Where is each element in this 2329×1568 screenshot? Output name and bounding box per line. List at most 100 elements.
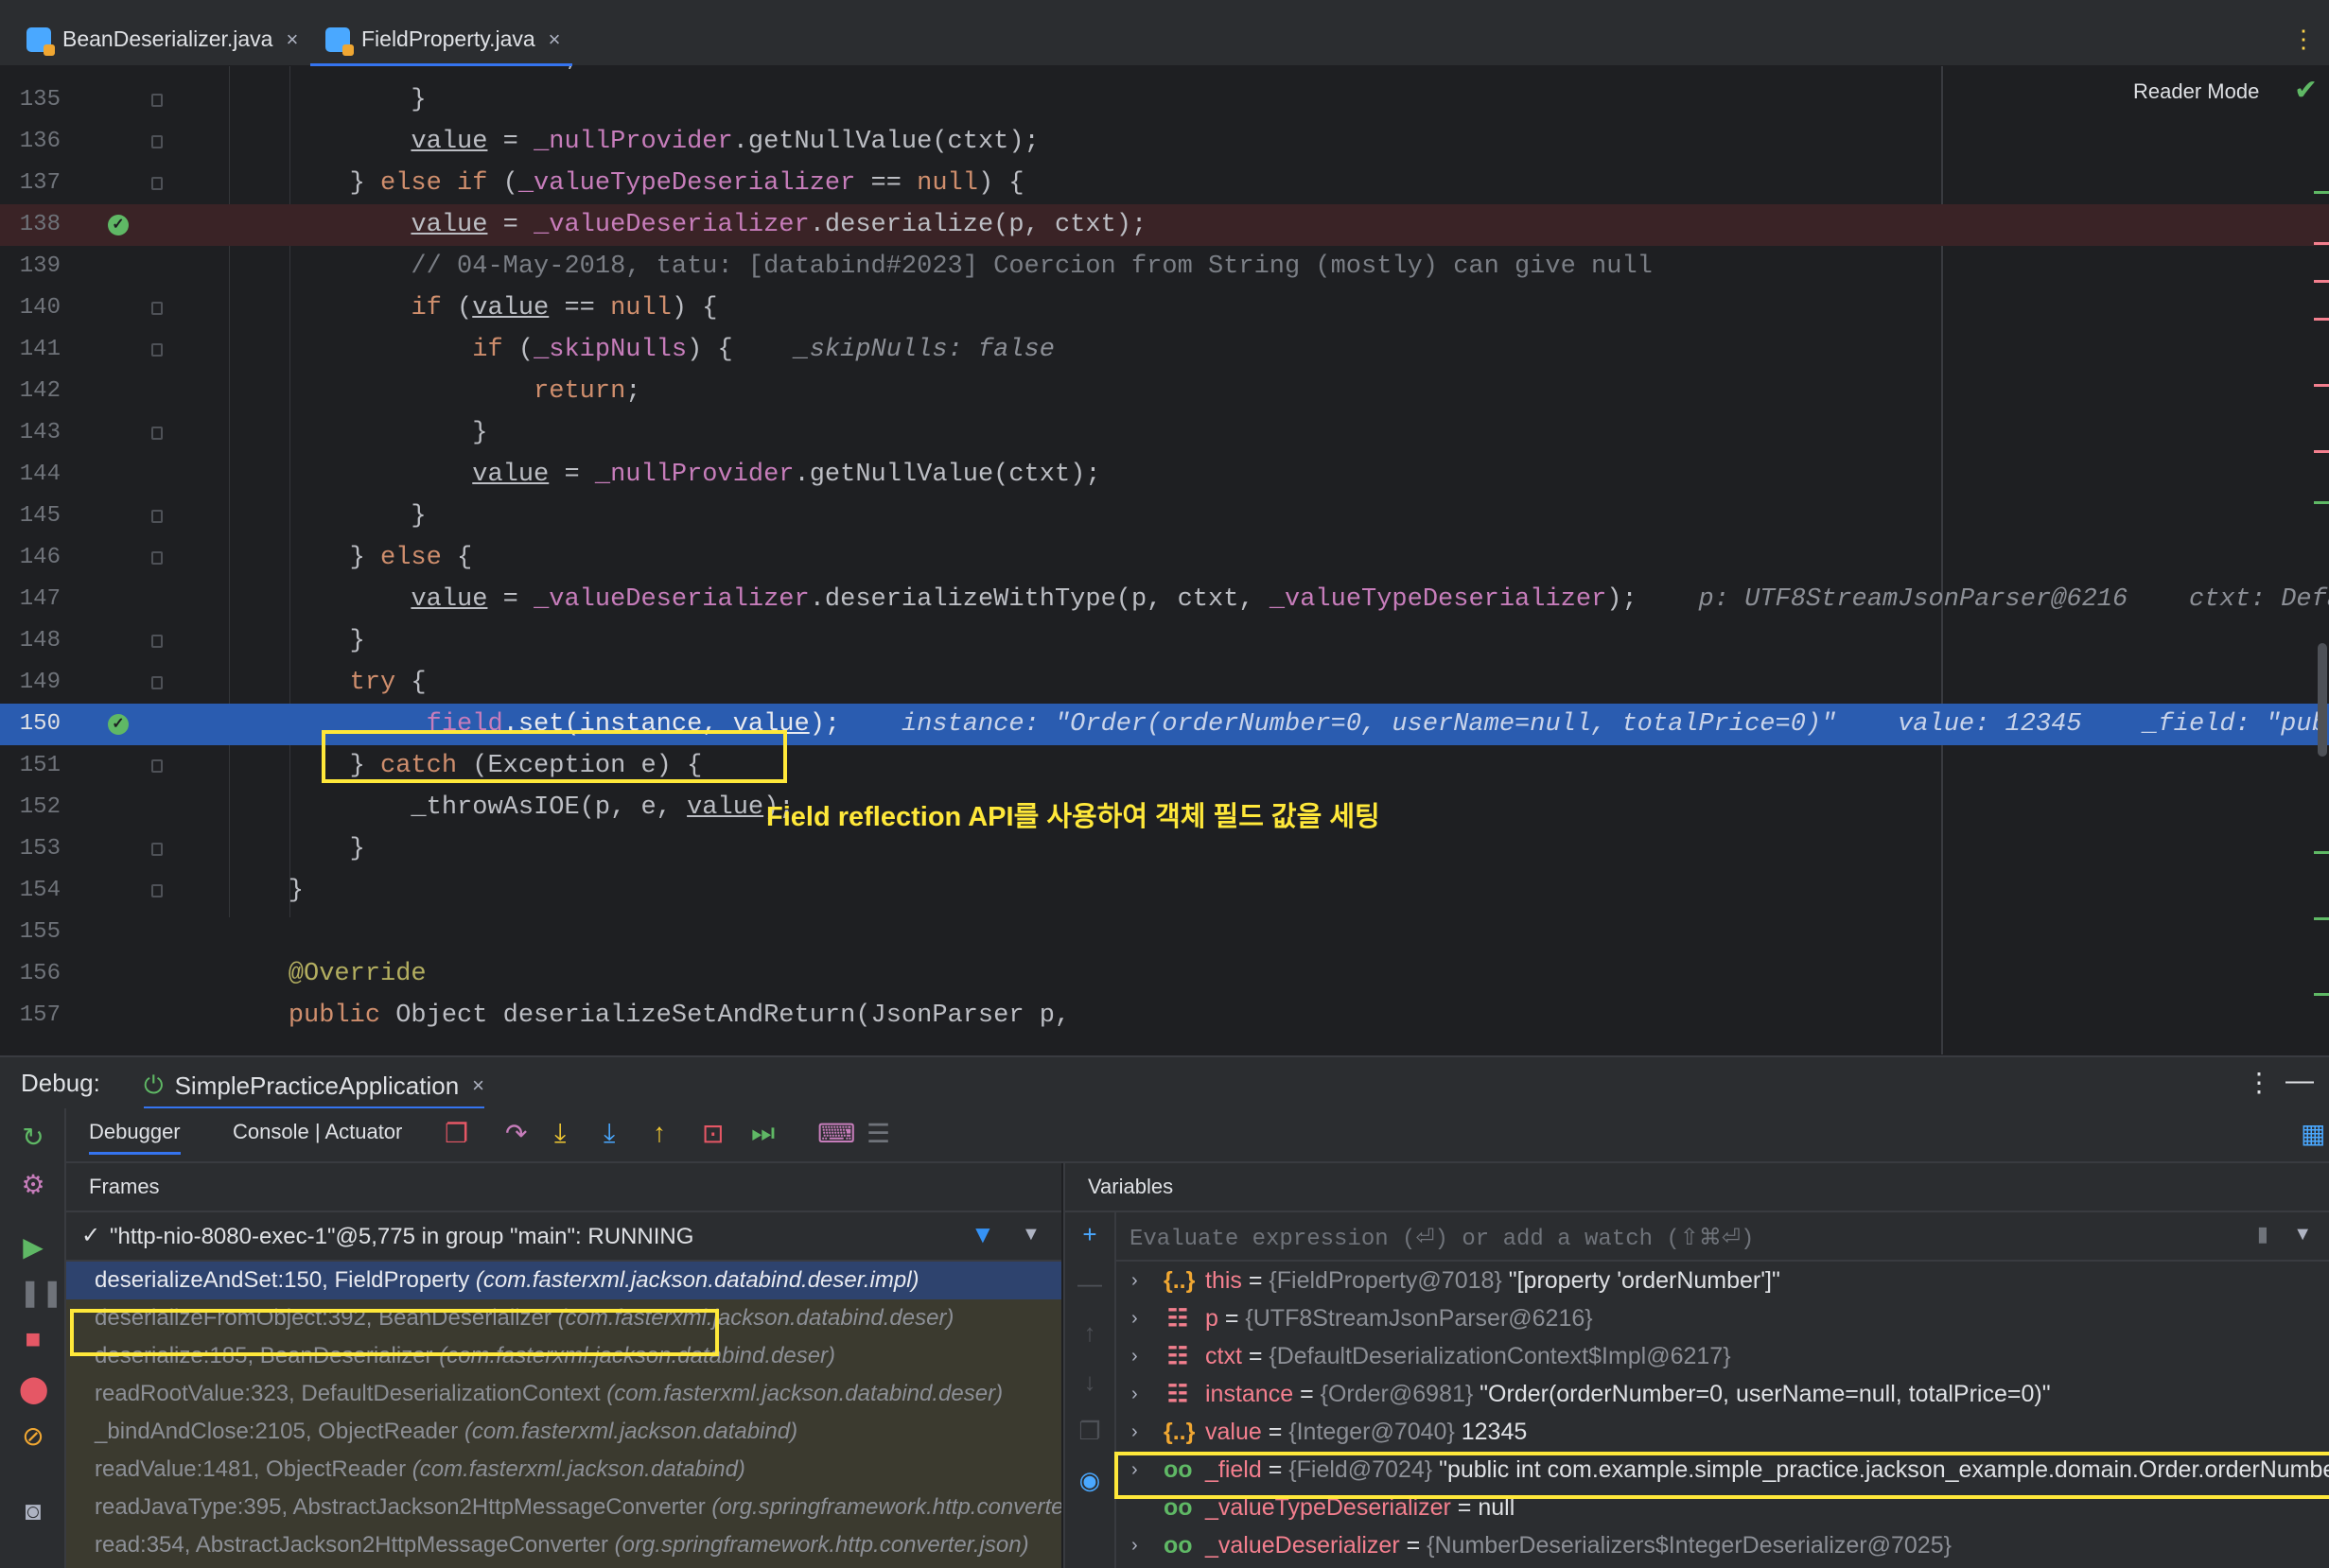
expand-arrow-icon[interactable]: › — [1131, 1299, 1138, 1337]
fold-marker-icon[interactable] — [151, 510, 163, 523]
close-icon[interactable]: × — [472, 1073, 484, 1098]
code-line[interactable]: 134 return; — [0, 66, 2329, 79]
run-to-cursor-icon[interactable]: ⏭ — [751, 1118, 775, 1149]
frame-item[interactable]: deserializeAndSet:150, FieldProperty (co… — [66, 1262, 1061, 1299]
close-icon[interactable]: × — [549, 27, 561, 52]
code-editor[interactable]: Reader Mode ✔ 134 return;135 }136 value … — [0, 66, 2329, 1054]
fold-marker-icon[interactable] — [151, 427, 163, 440]
code-line[interactable]: 144 value = _nullProvider.getNullValue(c… — [0, 454, 2329, 496]
thread-selector[interactable]: ✓ "http-nio-8080-exec-1"@5,775 in group … — [66, 1212, 1061, 1262]
tab-bean-deserializer[interactable]: BeanDeserializer.java × — [26, 15, 298, 63]
code-line[interactable]: 155 — [0, 912, 2329, 953]
step-out-icon[interactable]: ↑ — [653, 1118, 666, 1148]
fold-marker-icon[interactable] — [151, 177, 163, 190]
fold-marker-icon[interactable] — [151, 843, 163, 856]
variable-text: ctxt = {DefaultDeserializationContext$Im… — [1205, 1343, 1731, 1369]
code-line[interactable]: 141 if (_skipNulls) { _skipNulls: false — [0, 329, 2329, 371]
code-line[interactable]: 135 } — [0, 79, 2329, 121]
view-breakpoints-icon[interactable]: ⬤ — [19, 1373, 48, 1404]
code-line[interactable]: 148 } — [0, 620, 2329, 662]
frame-package: (com.fasterxml.jackson.databind) — [412, 1456, 745, 1482]
trace-icon[interactable]: ☰ — [867, 1118, 890, 1149]
move-down-icon[interactable]: ↓ — [1077, 1368, 1103, 1397]
variable-row[interactable]: › ☷ instance = {Order@6981} "Order(orderNu… — [1116, 1375, 2329, 1413]
fold-marker-icon[interactable] — [151, 884, 163, 897]
editor-scrollbar[interactable] — [2318, 643, 2327, 757]
step-over-icon[interactable]: ↷ — [505, 1118, 527, 1149]
frame-item[interactable]: read:354, AbstractJackson2HttpMessageCon… — [66, 1526, 1061, 1564]
code-line[interactable]: 157 public Object deserializeSetAndRetur… — [0, 995, 2329, 1037]
frame-package: (org.springframework.http.converter.json… — [711, 1494, 1061, 1520]
code-line[interactable]: 145 } — [0, 496, 2329, 537]
code-line[interactable]: 149 try { — [0, 662, 2329, 704]
tab-debugger[interactable]: Debugger — [89, 1120, 181, 1155]
force-step-into-icon[interactable]: ⤓ — [604, 1118, 615, 1149]
breakpoint-verified-icon[interactable]: ✓ — [108, 714, 129, 735]
fold-marker-icon[interactable] — [151, 343, 163, 357]
variable-row[interactable]: › {..} value = {Integer@7040} 12345 — [1116, 1413, 2329, 1451]
frame-item[interactable]: readValue:1481, ObjectReader (com.faster… — [66, 1451, 1061, 1489]
code-line[interactable]: 154 } — [0, 870, 2329, 912]
rerun-icon[interactable]: ↻ — [19, 1122, 47, 1153]
restore-layout-icon[interactable]: ❐ — [445, 1118, 468, 1149]
remove-watch-icon[interactable]: — — [1077, 1269, 1103, 1298]
chevron-down-icon[interactable]: ▼ — [2293, 1224, 2312, 1246]
add-watch-icon[interactable]: + — [1077, 1220, 1103, 1249]
code-line[interactable]: 138 ✓ value = _valueDeserializer.deserial… — [0, 204, 2329, 246]
frame-item[interactable]: readRootValue:323, DefaultDeserializatio… — [66, 1375, 1061, 1413]
stop-icon[interactable]: ■ — [19, 1324, 47, 1354]
fold-marker-icon[interactable] — [151, 94, 163, 107]
bookmark-icon[interactable]: ▮ — [2257, 1222, 2268, 1246]
pause-icon[interactable]: ❚❚ — [19, 1277, 63, 1308]
fold-marker-icon[interactable] — [151, 676, 163, 689]
show-watches-icon[interactable]: ◉ — [1077, 1466, 1103, 1495]
resume-icon[interactable]: ▶ — [19, 1231, 47, 1263]
code-line[interactable]: 136 value = _nullProvider.getNullValue(c… — [0, 121, 2329, 163]
code-line[interactable]: 143 } — [0, 412, 2329, 454]
move-up-icon[interactable]: ↑ — [1077, 1318, 1103, 1348]
expand-arrow-icon[interactable]: › — [1131, 1375, 1138, 1413]
code-line[interactable]: 156 @Override — [0, 953, 2329, 995]
tab-console-actuator[interactable]: Console | Actuator — [233, 1120, 402, 1144]
tab-menu-icon[interactable]: ⋮ — [2291, 25, 2316, 54]
code-line[interactable]: 137 } else if (_valueTypeDeserializer ==… — [0, 163, 2329, 204]
mute-breakpoints-icon[interactable]: ⊘ — [19, 1420, 47, 1452]
frame-item[interactable]: _bindAndClose:2105, ObjectReader (com.fa… — [66, 1413, 1061, 1451]
fold-marker-icon[interactable] — [151, 135, 163, 148]
tab-field-property[interactable]: FieldProperty.java × — [310, 15, 572, 67]
code-line[interactable]: 140 if (value == null) { — [0, 287, 2329, 329]
expand-arrow-icon[interactable]: › — [1131, 1526, 1138, 1564]
evaluate-expression-icon[interactable]: ⌨ — [817, 1118, 855, 1149]
fold-marker-icon[interactable] — [151, 551, 163, 565]
variable-row[interactable]: › ☷ ctxt = {DefaultDeserializationContext$… — [1116, 1337, 2329, 1375]
breakpoint-verified-icon[interactable]: ✓ — [108, 215, 129, 235]
fold-marker-icon[interactable] — [151, 759, 163, 773]
code-line[interactable]: 153 } — [0, 828, 2329, 870]
chevron-down-icon[interactable]: ▼ — [1022, 1224, 1041, 1246]
evaluate-expression-input[interactable]: Evaluate expression (⏎) or add a watch (… — [1116, 1212, 2329, 1262]
duplicate-watch-icon[interactable]: ❐ — [1077, 1417, 1103, 1446]
debug-session-tab[interactable]: ⏻ SimplePracticeApplication × — [144, 1065, 485, 1110]
step-into-icon[interactable]: ⤓ — [554, 1118, 566, 1149]
expand-arrow-icon[interactable]: › — [1131, 1413, 1138, 1451]
settings-icon[interactable]: ⚙ — [19, 1169, 47, 1200]
fold-marker-icon[interactable] — [151, 635, 163, 648]
layout-settings-icon[interactable]: ▦ — [2301, 1118, 2325, 1149]
frame-item[interactable]: readJavaType:395, AbstractJackson2HttpMe… — [66, 1489, 1061, 1526]
variable-row[interactable]: › {..} this = {FieldProperty@7018} "[prope… — [1116, 1262, 2329, 1299]
fold-marker-icon[interactable] — [151, 302, 163, 315]
more-options-icon[interactable]: ⋮ — [2246, 1067, 2272, 1098]
camera-icon[interactable]: ◙ — [19, 1496, 47, 1526]
variable-row[interactable]: › oo _valueDeserializer = {NumberDeseriali… — [1116, 1526, 2329, 1564]
code-line[interactable]: 147 value = _valueDeserializer.deseriali… — [0, 579, 2329, 620]
variable-row[interactable]: › ☷ p = {UTF8StreamJsonParser@6216} — [1116, 1299, 2329, 1337]
code-line[interactable]: 139 // 04-May-2018, tatu: [databind#2023… — [0, 246, 2329, 287]
filter-icon[interactable]: ▼ — [971, 1220, 995, 1249]
minimize-icon[interactable]: — — [2285, 1065, 2314, 1097]
code-line[interactable]: 142 return; — [0, 371, 2329, 412]
code-line[interactable]: 146 } else { — [0, 537, 2329, 579]
drop-frame-icon[interactable]: ⊡ — [702, 1118, 724, 1149]
expand-arrow-icon[interactable]: › — [1131, 1337, 1138, 1375]
close-icon[interactable]: × — [286, 27, 298, 52]
expand-arrow-icon[interactable]: › — [1131, 1262, 1138, 1299]
